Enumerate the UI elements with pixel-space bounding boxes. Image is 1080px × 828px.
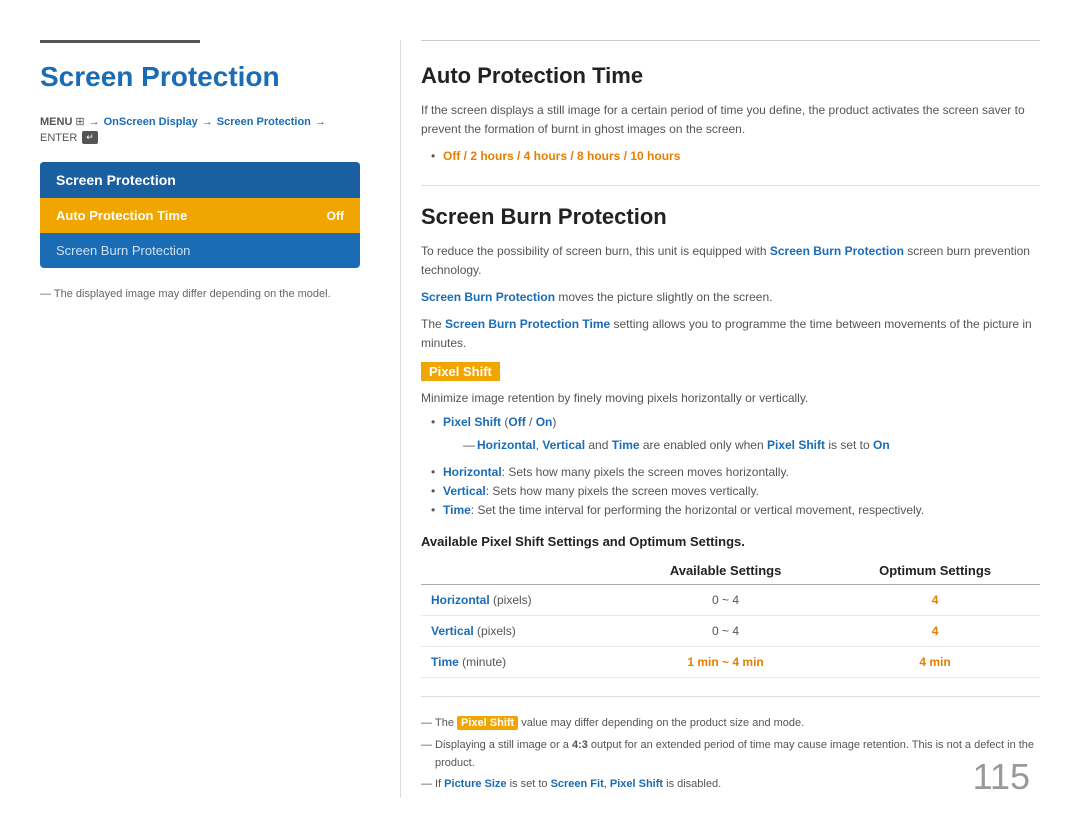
section-desc-screen-burn-1: To reduce the possibility of screen burn… [421,242,1040,280]
screen-burn-link: Screen Burn Protection [770,244,904,258]
time-label: Time [443,503,471,517]
table-cell-available: 0 ~ 4 [621,616,830,647]
menu-item-auto-protection[interactable]: Auto Protection Time Off [40,198,360,233]
footer-note-3: If Picture Size is set to Screen Fit, Pi… [421,776,1040,794]
table-header-available: Available Settings [621,557,830,585]
section-desc-screen-burn-3: The Screen Burn Protection Time setting … [421,315,1040,353]
section-title-screen-burn: Screen Burn Protection [421,204,1040,230]
time-row-label: Time [431,655,459,669]
pixel-shift-sub-bullets: Horizontal, Vertical and Time are enable… [463,436,1040,455]
page: Screen Protection MENU ⊞ → OnScreen Disp… [0,0,1080,828]
table-cell-label: Vertical (pixels) [421,616,621,647]
section-divider-1 [421,185,1040,186]
bullet-time: Time: Set the time interval for performi… [431,501,1040,520]
table-cell-available: 1 min ~ 4 min [621,647,830,678]
vertical-label: Vertical [443,484,486,498]
menu-item-screen-burn[interactable]: Screen Burn Protection [40,233,360,268]
pixel-shift-title: Pixel Shift [421,362,500,381]
pixel-shift-onoff-label: Pixel Shift [443,415,501,429]
breadcrumb-arrow1: → [89,116,100,128]
pixel-shift-highlight: Pixel Shift [457,716,518,730]
vertical-link: Vertical [542,438,585,452]
left-panel: Screen Protection MENU ⊞ → OnScreen Disp… [40,40,400,798]
table-section-title: Available Pixel Shift Settings and Optim… [421,534,1040,549]
breadcrumb-link1: OnScreen Display [104,116,198,128]
breadcrumb-menu-icon: ⊞ [75,115,84,128]
table-cell-label: Time (minute) [421,647,621,678]
table-cell-optimum: 4 [830,585,1040,616]
horizontal-label: Horizontal [443,465,502,479]
vertical-row-label: Vertical [431,624,474,638]
table-cell-label: Horizontal (pixels) [421,585,621,616]
right-panel: Auto Protection Time If the screen displ… [400,40,1040,798]
section-title-auto-protection: Auto Protection Time [421,63,1040,89]
table-header-optimum: Optimum Settings [830,557,1040,585]
pixel-shift-desc: Minimize image retention by finely movin… [421,391,1040,405]
optimum-value: 4 [932,593,939,607]
screen-burn-time-link: Screen Burn Protection Time [445,317,610,331]
menu-box: Screen Protection Auto Protection Time O… [40,162,360,268]
screen-burn-link-2: Screen Burn Protection [421,290,555,304]
picture-size-link: Picture Size [444,778,506,790]
bullet-colored-text: Off / 2 hours / 4 hours / 8 hours / 10 h… [443,149,680,163]
time-available: 1 min ~ 4 min [687,655,763,669]
horizontal-link: Horizontal [477,438,536,452]
bullet-horizontal: Horizontal: Sets how many pixels the scr… [431,463,1040,482]
bullet-pixel-shift-onoff: Pixel Shift (Off / On) Horizontal, Verti… [431,413,1040,455]
breadcrumb-arrow3: → [315,116,326,128]
breadcrumb-enter-icon: ↵ [82,131,98,144]
ratio-label: 4:3 [572,739,588,751]
bullet-vertical: Vertical: Sets how many pixels the scree… [431,482,1040,501]
top-rule-right [421,40,1040,41]
footer-note-1: The Pixel Shift value may differ dependi… [421,715,1040,733]
table-row: Time (minute) 1 min ~ 4 min 4 min [421,647,1040,678]
menu-item-label: Auto Protection Time [56,208,187,223]
table-cell-optimum: 4 [830,616,1040,647]
pixel-shift-off: Off [508,415,525,429]
page-title: Screen Protection [40,61,360,93]
bullet-item: Off / 2 hours / 4 hours / 8 hours / 10 h… [431,147,1040,166]
auto-protection-bullets: Off / 2 hours / 4 hours / 8 hours / 10 h… [431,147,1040,166]
pixel-shift-footer-link: Pixel Shift [610,778,663,790]
table-row: Vertical (pixels) 0 ~ 4 4 [421,616,1040,647]
pixel-shift-bullets: Pixel Shift (Off / On) Horizontal, Verti… [431,413,1040,521]
time-optimum: 4 min [919,655,950,669]
time-link: Time [612,438,640,452]
optimum-value: 4 [932,624,939,638]
pixel-shift-link: Pixel Shift [767,438,825,452]
footer-note-2: Displaying a still image or a 4:3 output… [421,737,1040,772]
section-desc-auto-protection: If the screen displays a still image for… [421,101,1040,139]
table-cell-available: 0 ~ 4 [621,585,830,616]
breadcrumb-arrow2: → [202,116,213,128]
top-rule-left [40,40,200,43]
table-row: Horizontal (pixels) 0 ~ 4 4 [421,585,1040,616]
section-divider-2 [421,696,1040,697]
screen-fit-link: Screen Fit [551,778,604,790]
sub-bullet-item: Horizontal, Vertical and Time are enable… [463,436,1040,455]
breadcrumb: MENU ⊞ → OnScreen Display → Screen Prote… [40,115,360,144]
footer-notes: The Pixel Shift value may differ dependi… [421,715,1040,793]
breadcrumb-link2: Screen Protection [217,116,311,128]
breadcrumb-menu: MENU [40,116,72,128]
horizontal-row-label: Horizontal [431,593,490,607]
table-cell-optimum: 4 min [830,647,1040,678]
breadcrumb-enter-label: ENTER [40,132,77,144]
page-number: 115 [973,756,1030,798]
on-link: On [873,438,890,452]
section-desc-screen-burn-2: Screen Burn Protection moves the picture… [421,288,1040,307]
table-header-row: Available Settings Optimum Settings [421,557,1040,585]
pixel-shift-on: On [536,415,553,429]
menu-box-title: Screen Protection [40,162,360,198]
table-header-empty [421,557,621,585]
model-note: The displayed image may differ depending… [40,288,360,300]
menu-item-value: Off [327,209,344,223]
menu-item-label: Screen Burn Protection [56,243,190,258]
settings-table: Available Settings Optimum Settings Hori… [421,557,1040,678]
